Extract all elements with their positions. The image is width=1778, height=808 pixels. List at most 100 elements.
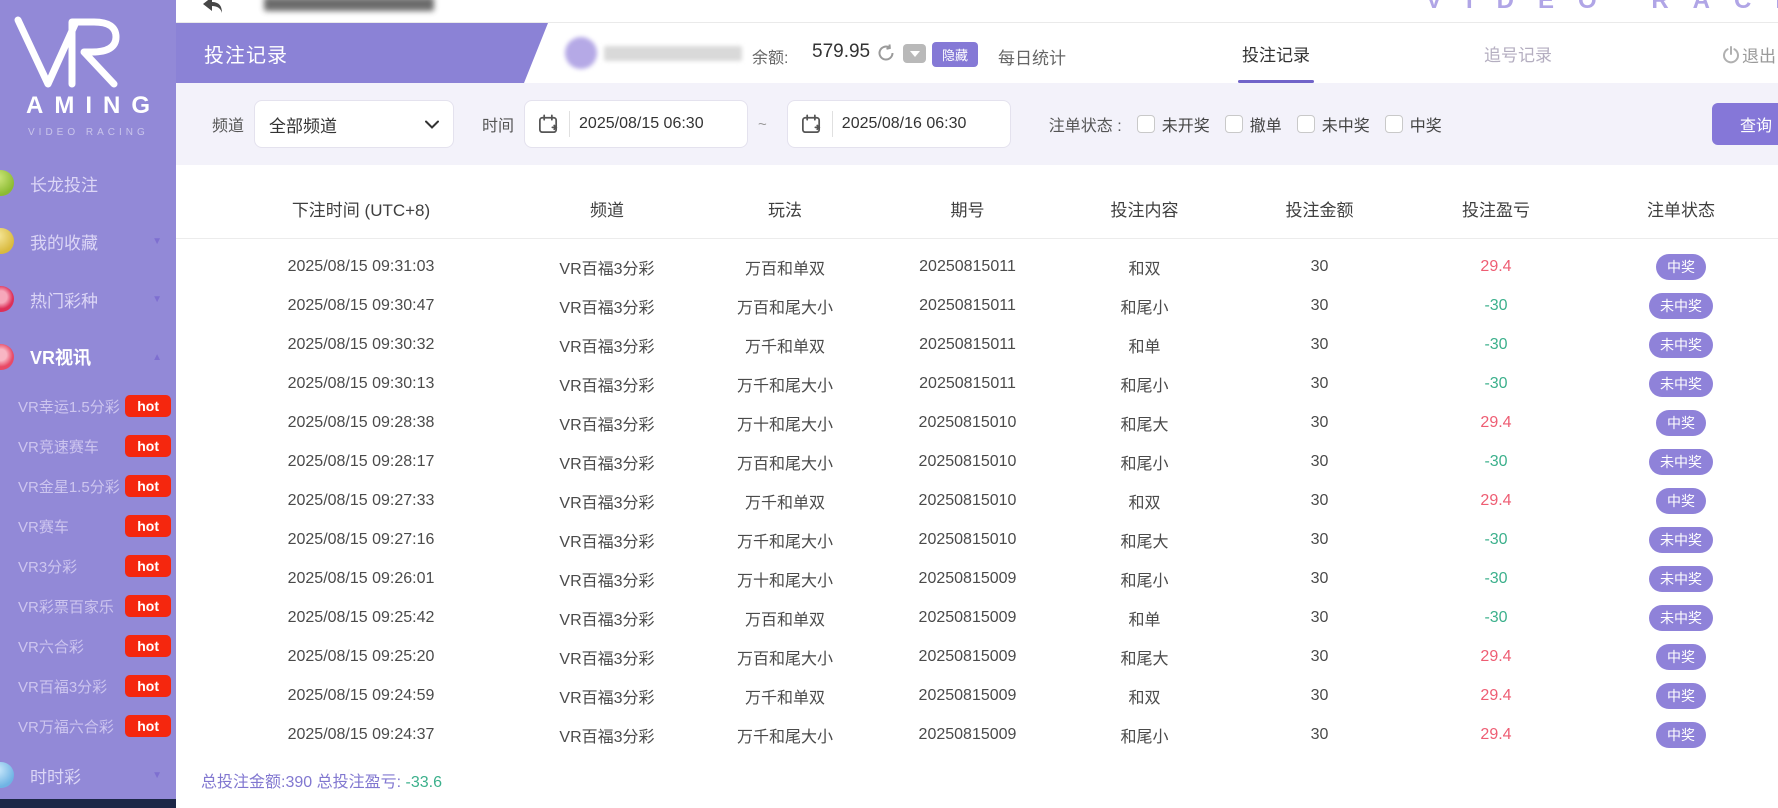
daily-stats-link[interactable]: 每日统计 xyxy=(998,44,1066,69)
cell-bet-time: 2025/08/15 09:24:37 xyxy=(176,726,521,744)
hot-badge: hot xyxy=(125,595,171,617)
cell-issue-no: 20250815010 xyxy=(877,414,1058,432)
brand-name: AMING xyxy=(26,92,176,120)
checkbox-label: 未中奖 xyxy=(1322,112,1370,136)
search-button[interactable]: 查询 xyxy=(1712,103,1778,145)
cell-channel: VR百福3分彩 xyxy=(521,450,693,474)
vr-logo-icon xyxy=(10,10,138,92)
cell-play-type: 万千和尾大小 xyxy=(693,723,877,747)
time-label: 时间 xyxy=(482,112,514,136)
status-checkbox-item[interactable]: 未中奖 xyxy=(1297,112,1370,136)
sidebar-subitem[interactable]: VR彩票百家乐 hot xyxy=(0,586,176,626)
total-profit-value: -33.6 xyxy=(406,774,442,791)
sidebar-subitem[interactable]: VR金星1.5分彩 hot xyxy=(0,466,176,506)
sidebar-item-hot-lotteries[interactable]: 热门彩种 ▼ xyxy=(0,270,176,328)
cell-profit: -30 xyxy=(1484,453,1507,470)
chevron-down-icon: ▼ xyxy=(152,294,162,305)
sidebar-item-shishicai[interactable]: 时时彩 ▼ xyxy=(0,746,176,804)
tab-bet-records[interactable]: 投注记录 xyxy=(1228,23,1324,83)
hot-badge: hot xyxy=(125,675,171,697)
cell-channel: VR百福3分彩 xyxy=(521,372,693,396)
checkbox-label: 中奖 xyxy=(1410,112,1442,136)
blue-ball-icon xyxy=(0,762,14,788)
table-row: 2025/08/15 09:30:32 VR百福3分彩 万千和单双 202508… xyxy=(176,325,1778,364)
balance-dropdown-button[interactable] xyxy=(903,44,926,63)
sidebar-item-favorites[interactable]: 我的收藏 ▼ xyxy=(0,212,176,270)
date-range-separator: ~ xyxy=(758,116,767,133)
bet-records-table: 下注时间 (UTC+8) 频道 玩法 期号 投注内容 投注金额 投注盈亏 注单状… xyxy=(176,165,1778,792)
cell-bet-content: 和尾小 xyxy=(1058,450,1231,474)
status-checkbox-item[interactable]: 未开奖 xyxy=(1137,112,1210,136)
status-checkbox-item[interactable]: 中奖 xyxy=(1385,112,1442,136)
cell-profit: 29.4 xyxy=(1480,726,1511,743)
cell-profit: -30 xyxy=(1484,609,1507,626)
cell-profit: -30 xyxy=(1484,570,1507,587)
sidebar-subitem[interactable]: VR竞速赛车 hot xyxy=(0,426,176,466)
divider xyxy=(569,111,570,137)
total-amount-label: 总投注金额: xyxy=(201,774,285,791)
cell-bet-time: 2025/08/15 09:26:01 xyxy=(176,570,521,588)
table-header-row: 下注时间 (UTC+8) 频道 玩法 期号 投注内容 投注金额 投注盈亏 注单状… xyxy=(176,165,1778,239)
triangle-down-icon xyxy=(910,51,920,57)
header-bar: 投注记录 余额: 579.95 隐藏 每日统计 投注记录 追号记录 退出 xyxy=(176,23,1778,83)
logout-button[interactable]: 退出 xyxy=(1721,42,1776,67)
refresh-icon[interactable] xyxy=(876,43,896,63)
cell-bet-content: 和双 xyxy=(1058,684,1231,708)
sidebar-subitem[interactable]: VR百福3分彩 hot xyxy=(0,666,176,706)
checkbox-icon[interactable] xyxy=(1385,115,1403,133)
cell-bet-amount: 30 xyxy=(1231,258,1408,276)
sidebar-nav: 长龙投注 我的收藏 ▼ 热门彩种 ▼ VR视讯 ▲ VR幸运1.5分彩 hot … xyxy=(0,154,176,804)
cell-issue-no: 20250815011 xyxy=(877,375,1058,393)
date-to-input[interactable]: 2025/08/16 06:30 xyxy=(787,100,1011,148)
sidebar-subitem-label: VR百福3分彩 xyxy=(18,676,107,697)
status-badge: 中奖 xyxy=(1656,488,1706,514)
date-from-input[interactable]: 2025/08/15 06:30 xyxy=(524,100,748,148)
col-header-profit: 投注盈亏 xyxy=(1408,196,1584,221)
cell-profit: -30 xyxy=(1484,375,1507,392)
sidebar-bottom-strip xyxy=(0,799,176,808)
checkbox-icon[interactable] xyxy=(1225,115,1243,133)
sidebar-subitem[interactable]: VR幸运1.5分彩 hot xyxy=(0,386,176,426)
table-row: 2025/08/15 09:24:37 VR百福3分彩 万千和尾大小 20250… xyxy=(176,715,1778,754)
col-header-amount: 投注金额 xyxy=(1231,196,1408,221)
sidebar-item-changlong[interactable]: 长龙投注 xyxy=(0,154,176,212)
cell-bet-amount: 30 xyxy=(1231,492,1408,510)
checkbox-icon[interactable] xyxy=(1297,115,1315,133)
col-header-issue: 期号 xyxy=(877,196,1058,221)
tab-chase-records[interactable]: 追号记录 xyxy=(1470,23,1566,83)
cell-bet-content: 和尾大 xyxy=(1058,645,1231,669)
checkbox-icon[interactable] xyxy=(1137,115,1155,133)
sidebar-item-vr-video[interactable]: VR视讯 ▲ xyxy=(0,328,176,386)
sidebar-subitem[interactable]: VR3分彩 hot xyxy=(0,546,176,586)
sidebar-subitem-label: VR3分彩 xyxy=(18,556,77,577)
status-checkbox-item[interactable]: 撤单 xyxy=(1225,112,1282,136)
cell-play-type: 万千和单双 xyxy=(693,684,877,708)
channel-select[interactable]: 全部频道 xyxy=(254,100,454,148)
hot-badge: hot xyxy=(125,435,171,457)
chevron-down-icon: ▼ xyxy=(152,770,162,781)
checkbox-label: 撤单 xyxy=(1250,112,1282,136)
status-badge: 未中奖 xyxy=(1649,566,1713,592)
cell-bet-amount: 30 xyxy=(1231,687,1408,705)
hide-balance-button[interactable]: 隐藏 xyxy=(932,42,978,67)
sidebar-subitem[interactable]: VR赛车 hot xyxy=(0,506,176,546)
sidebar-subitem[interactable]: VR万福六合彩 hot xyxy=(0,706,176,746)
sidebar-subitem-label: VR六合彩 xyxy=(18,636,84,657)
table-row: 2025/08/15 09:26:01 VR百福3分彩 万十和尾大小 20250… xyxy=(176,559,1778,598)
cell-profit: -30 xyxy=(1484,336,1507,353)
sidebar-subitem[interactable]: VR六合彩 hot xyxy=(0,626,176,666)
cell-profit: 29.4 xyxy=(1480,258,1511,275)
back-arrow-icon[interactable] xyxy=(198,0,224,16)
cell-bet-amount: 30 xyxy=(1231,375,1408,393)
sidebar-item-label: VR视讯 xyxy=(30,344,91,370)
cell-bet-content: 和单 xyxy=(1058,606,1231,630)
brand-tagline: VIDEO RACING xyxy=(28,127,176,138)
total-amount-value: 390 xyxy=(285,774,312,791)
cell-profit: 29.4 xyxy=(1480,687,1511,704)
avatar xyxy=(565,37,597,69)
cell-bet-time: 2025/08/15 09:30:32 xyxy=(176,336,521,354)
cell-channel: VR百福3分彩 xyxy=(521,567,693,591)
checkbox-label: 未开奖 xyxy=(1162,112,1210,136)
page-title: 投注记录 xyxy=(204,39,288,68)
cell-bet-time: 2025/08/15 09:27:33 xyxy=(176,492,521,510)
